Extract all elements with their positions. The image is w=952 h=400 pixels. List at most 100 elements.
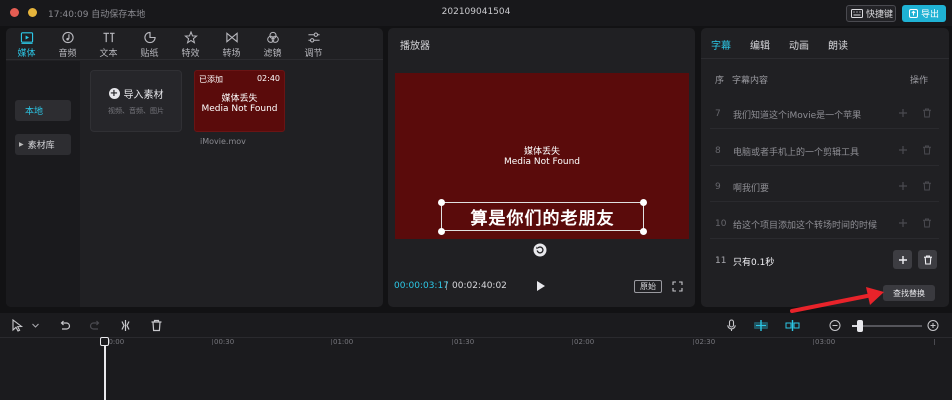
playhead[interactable]	[104, 339, 106, 400]
shortcuts-label: 快捷键	[866, 10, 894, 20]
tab-subtitles[interactable]: 字幕	[711, 37, 731, 52]
subtitle-text[interactable]: 啊我们要	[733, 181, 769, 194]
subtitle-index: 7	[715, 109, 721, 119]
find-replace-button[interactable]: 查找替换	[883, 285, 935, 301]
divider	[701, 58, 949, 59]
ruler-tick-label: 03:00	[815, 338, 836, 346]
ruler-tick	[813, 339, 814, 345]
filter-icon	[266, 31, 279, 43]
tab-effect-label: 特效	[181, 49, 200, 59]
tab-media[interactable]: 媒体	[6, 28, 47, 59]
undo-icon[interactable]	[58, 319, 71, 332]
tab-adjust[interactable]: 调节	[293, 28, 334, 59]
subtitle-row[interactable]: 8 电脑或者手机上的一个剪辑工具	[710, 136, 939, 166]
subtitle-row[interactable]: 10 给这个项目添加这个转场时间的时候	[710, 209, 939, 239]
auto-snap-icon[interactable]	[753, 319, 769, 332]
subtitle-text[interactable]: 给这个项目添加这个转场时间的时候	[733, 218, 877, 231]
tab-filter[interactable]: 滤镜	[252, 28, 293, 59]
zoom-in-icon[interactable]	[927, 319, 939, 332]
preview-axis-icon[interactable]	[785, 319, 800, 332]
timeline-ruler[interactable]: 00:00 00:30 01:00 01:30 02:00 02:30 03:0…	[0, 337, 952, 351]
tab-transition[interactable]: 转场	[211, 28, 252, 59]
zoom-out-icon[interactable]	[829, 319, 841, 332]
tab-audio-label: 音频	[58, 49, 77, 59]
delete-icon[interactable]	[150, 319, 163, 332]
tab-sticker-label: 贴纸	[140, 49, 159, 59]
export-button[interactable]: 导出	[902, 5, 946, 22]
media-clip-thumbnail[interactable]: 已添加 02:40 媒体丢失 Media Not Found	[194, 70, 285, 132]
delete-icon[interactable]	[922, 145, 932, 155]
subtitle-row[interactable]: 9 啊我们要	[710, 172, 939, 202]
tab-audio[interactable]: 音频	[47, 28, 88, 59]
document-title: 202109041504	[441, 7, 511, 17]
video-missing-en: Media Not Found	[503, 157, 580, 167]
player-title: 播放器	[400, 41, 430, 52]
select-cursor-icon[interactable]	[11, 319, 24, 332]
add-icon[interactable]	[898, 218, 908, 228]
ruler-tick-label: 00:30	[214, 338, 235, 346]
import-media-tile[interactable]: + 导入素材 视频、音频、图片	[90, 70, 182, 132]
add-icon[interactable]	[898, 181, 908, 191]
tab-sticker[interactable]: 贴纸	[129, 28, 170, 59]
sidebar-item-library[interactable]: ▶ 素材库	[15, 134, 71, 155]
subtitle-row[interactable]: 7 我们知道这个iMovie是一个苹果	[710, 99, 939, 129]
delete-icon[interactable]	[922, 181, 932, 191]
tab-edit[interactable]: 编辑	[750, 37, 770, 52]
media-toolbar: 媒体 音频 文本 贴纸 特效 转场 滤镜 调节	[6, 28, 383, 60]
shortcuts-button[interactable]: 快捷键	[846, 5, 896, 22]
delete-icon[interactable]	[922, 108, 932, 118]
export-icon	[908, 9, 918, 18]
fullscreen-icon[interactable]	[672, 281, 683, 292]
add-subtitle-button[interactable]	[893, 250, 912, 269]
time-separator: |	[445, 281, 449, 291]
resize-handle-bottom-right[interactable]	[640, 228, 647, 235]
clip-missing-en: Media Not Found	[201, 104, 278, 114]
sidebar-item-library-label: 素材库	[27, 141, 55, 151]
video-preview[interactable]: 媒体丢失 Media Not Found 算是你们的老朋友	[395, 73, 689, 239]
subtitle-text[interactable]: 只有0.1秒	[733, 255, 774, 268]
microphone-icon[interactable]	[725, 319, 738, 332]
aspect-ratio-button[interactable]: 原始	[634, 280, 662, 293]
delete-icon[interactable]	[922, 218, 932, 228]
ruler-tick-label: 02:00	[574, 338, 595, 346]
add-icon[interactable]	[898, 108, 908, 118]
rotate-icon[interactable]	[533, 243, 547, 257]
title-bar: 17:40:09 自动保存本地 202109041504 快捷键 导出	[0, 0, 952, 26]
subtitle-text[interactable]: 我们知道这个iMovie是一个苹果	[733, 108, 861, 121]
clip-missing-cn: 媒体丢失	[221, 94, 258, 104]
ruler-tick	[331, 339, 332, 345]
resize-handle-bottom-left[interactable]	[438, 228, 445, 235]
tab-read-aloud[interactable]: 朗读	[828, 37, 848, 52]
subtitle-row-selected[interactable]: 11 只有0.1秒	[710, 246, 939, 276]
tab-animation[interactable]: 动画	[789, 37, 809, 52]
chevron-down-icon[interactable]	[31, 319, 40, 332]
split-icon[interactable]	[119, 319, 132, 332]
resize-handle-top-right[interactable]	[640, 199, 647, 206]
ruler-tick	[934, 339, 935, 345]
adjust-icon	[307, 32, 320, 43]
video-missing-cn: 媒体丢失	[523, 147, 560, 157]
tab-text[interactable]: 文本	[88, 28, 129, 59]
add-icon[interactable]	[898, 145, 908, 155]
import-media-label: 导入素材	[123, 90, 164, 101]
ruler-tick-label: 02:30	[695, 338, 716, 346]
delete-subtitle-button[interactable]	[918, 250, 937, 269]
sticker-icon	[143, 31, 156, 44]
subtitle-text[interactable]: 电脑或者手机上的一个剪辑工具	[733, 145, 859, 158]
timeline-panel: 00:00 00:30 01:00 01:30 02:00 02:30 03:0…	[0, 313, 952, 400]
tab-effect[interactable]: 特效	[170, 28, 211, 59]
effect-icon	[183, 31, 198, 44]
tab-media-label: 媒体	[17, 49, 36, 59]
play-icon[interactable]	[536, 280, 546, 292]
zoom-slider-handle[interactable]	[857, 320, 864, 332]
text-icon	[102, 32, 115, 43]
sidebar-item-local[interactable]: 本地	[15, 100, 71, 121]
column-content: 字幕内容	[732, 76, 769, 86]
redo-icon[interactable]	[89, 319, 102, 332]
resize-handle-top-left[interactable]	[438, 199, 445, 206]
subtitle-preview[interactable]: 算是你们的老朋友	[441, 202, 644, 231]
playhead-handle[interactable]	[100, 337, 109, 346]
media-sidebar: 本地 ▶ 素材库	[6, 61, 80, 307]
column-index: 序	[715, 76, 725, 86]
subtitle-index: 9	[715, 182, 721, 192]
